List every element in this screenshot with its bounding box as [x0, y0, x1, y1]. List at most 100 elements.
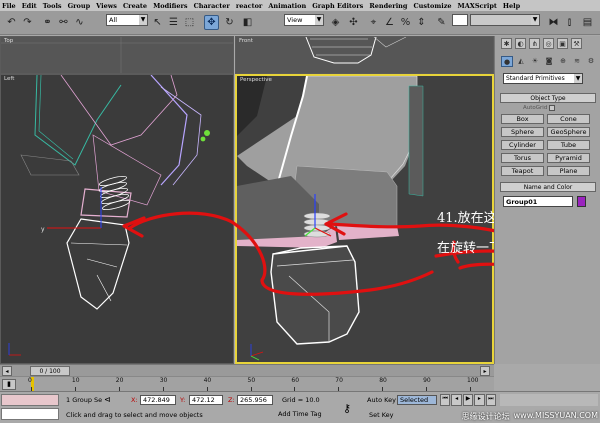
track-tick-label: 90 — [423, 377, 431, 384]
select-manipulate-icon[interactable]: ✣ — [346, 15, 361, 30]
y-coordinate-field[interactable]: 472.12 — [189, 395, 223, 405]
rect-selection-icon[interactable]: ⬚ — [182, 15, 197, 30]
motion-tab-icon[interactable]: ◎ — [543, 38, 554, 49]
display-tab-icon[interactable]: ▣ — [557, 38, 568, 49]
name-and-color-rollout[interactable]: Name and Color — [500, 182, 596, 192]
auto-key-button[interactable]: Auto Key — [367, 396, 396, 404]
reference-coordinate-dropdown[interactable]: View ▼ — [284, 14, 324, 26]
align-icon[interactable]: ⫾ — [562, 15, 577, 30]
lights-category-icon[interactable]: ☀ — [529, 56, 541, 67]
unlink-icon[interactable]: ⚯ — [56, 15, 71, 30]
mirror-icon[interactable]: ⧓ — [546, 15, 561, 30]
menu-item-modifiers[interactable]: Modifiers — [153, 2, 188, 10]
spinner-snap-icon[interactable]: ⇕ — [414, 15, 429, 30]
menu-item-customize[interactable]: Customize — [413, 2, 451, 10]
select-and-link-icon[interactable]: ⚭ — [40, 15, 55, 30]
status-bar: 1 Group Se ⊲ Click and drag to select an… — [0, 391, 600, 423]
track-view-icon[interactable]: ▮ — [2, 379, 16, 390]
maxscript-input-field[interactable] — [1, 408, 59, 420]
cylinder-button[interactable]: Cylinder — [501, 140, 544, 150]
systems-category-icon[interactable]: ⚙ — [585, 56, 597, 67]
track-bar[interactable]: ▮ 0 10 20 30 40 50 60 70 80 90 100 — [0, 376, 494, 391]
pivot-center-icon[interactable]: ◈ — [328, 15, 343, 30]
angle-snap-icon[interactable]: ∠ — [382, 15, 397, 30]
percent-snap-icon[interactable]: % — [398, 15, 413, 30]
track-tick-label: 0 — [28, 377, 32, 384]
select-and-rotate-icon[interactable]: ↻ — [222, 15, 237, 30]
geometry-category-icon[interactable]: ● — [501, 56, 513, 67]
go-to-start-icon[interactable]: ⏮ — [440, 394, 451, 406]
undo-icon[interactable]: ↶ — [4, 15, 19, 30]
named-selection-dropdown[interactable]: ▼ — [470, 14, 540, 26]
menu-item-maxscript[interactable]: MAXScript — [458, 2, 497, 10]
cone-button[interactable]: Cone — [547, 114, 590, 124]
select-by-name-icon[interactable]: ☰ — [166, 15, 181, 30]
go-to-end-icon[interactable]: ⏭ — [485, 394, 497, 406]
pyramid-button[interactable]: Pyramid — [547, 153, 590, 163]
select-and-move-icon[interactable]: ✥ — [204, 15, 219, 30]
box-button[interactable]: Box — [501, 114, 544, 124]
utilities-tab-icon[interactable]: ⚒ — [571, 38, 582, 49]
menu-item-views[interactable]: Views — [96, 2, 117, 10]
menu-item-rendering[interactable]: Rendering — [369, 2, 407, 10]
menu-item-group[interactable]: Group — [68, 2, 91, 10]
menu-item-file[interactable]: File — [2, 2, 16, 10]
menu-item-reactor[interactable]: reactor — [236, 2, 263, 10]
z-coordinate-field[interactable]: 265.956 — [237, 395, 273, 405]
chevron-down-icon: ▼ — [531, 15, 539, 25]
select-and-scale-icon[interactable]: ◧ — [240, 15, 255, 30]
prev-frame-icon[interactable]: ◂ — [451, 394, 462, 406]
named-selection-sets-icon[interactable]: ✎ — [434, 15, 449, 30]
play-icon[interactable]: ▶ — [462, 394, 474, 406]
snap-toggle-icon[interactable]: ⌖ — [366, 15, 381, 30]
time-slider[interactable]: ◂ 0 / 100 ▸ — [0, 364, 494, 376]
selection-filter-dropdown[interactable]: All ▼ — [106, 14, 148, 26]
time-slider-thumb[interactable]: 0 / 100 — [30, 366, 70, 376]
shapes-category-icon[interactable]: ◭ — [515, 56, 527, 67]
tube-button[interactable]: Tube — [547, 140, 590, 150]
x-label: X: — [131, 396, 138, 404]
track-tick-label: 80 — [379, 377, 387, 384]
menu-item-create[interactable]: Create — [123, 2, 147, 10]
cameras-category-icon[interactable]: ◙ — [543, 56, 555, 67]
named-selection-field[interactable] — [452, 14, 468, 26]
track-tick-label: 70 — [335, 377, 343, 384]
menu-item-help[interactable]: Help — [503, 2, 520, 10]
autogrid-checkbox[interactable]: AutoGrid — [523, 105, 556, 111]
x-coordinate-field[interactable]: 472.849 — [140, 395, 176, 405]
bind-space-warp-icon[interactable]: ∿ — [72, 15, 87, 30]
next-frame-icon[interactable]: ▸ — [474, 394, 485, 406]
menu-item-animation[interactable]: Animation — [268, 2, 306, 10]
annotation-line-2: 在旋转一下 — [437, 241, 503, 256]
menu-item-graph-editors[interactable]: Graph Editors — [312, 2, 363, 10]
key-icon: ⚷ — [343, 402, 352, 415]
spacewarps-category-icon[interactable]: ≋ — [571, 56, 583, 67]
object-color-swatch[interactable] — [577, 196, 586, 207]
sphere-button[interactable]: Sphere — [501, 127, 544, 137]
object-type-rollout[interactable]: Object Type — [500, 93, 596, 103]
redo-icon[interactable]: ↷ — [20, 15, 35, 30]
maxscript-listener-field[interactable] — [1, 394, 59, 406]
menu-item-edit[interactable]: Edit — [22, 2, 37, 10]
layer-manager-icon[interactable]: ▤ — [580, 15, 595, 30]
set-key-button[interactable]: Set Key — [369, 411, 394, 419]
menu-item-character[interactable]: Character — [194, 2, 230, 10]
watermark: 思缘设计论坛 www.MISSYUAN.COM — [461, 411, 598, 421]
menu-item-tools[interactable]: Tools — [43, 2, 62, 10]
torus-button[interactable]: Torus — [501, 153, 544, 163]
add-time-tag-button[interactable]: Add Time Tag — [278, 410, 324, 420]
key-filter-dropdown[interactable]: Selected — [397, 395, 437, 405]
plane-button[interactable]: Plane — [547, 166, 590, 176]
chevron-left-icon[interactable]: ◂ — [2, 366, 12, 376]
create-tab-icon[interactable]: ✱ — [501, 38, 512, 49]
select-object-icon[interactable]: ↖ — [150, 15, 165, 30]
geosphere-button[interactable]: GeoSphere — [547, 127, 590, 137]
lock-selection-icon[interactable]: ⊲ — [104, 395, 111, 404]
teapot-button[interactable]: Teapot — [501, 166, 544, 176]
hierarchy-tab-icon[interactable]: ⋔ — [529, 38, 540, 49]
primitive-type-dropdown[interactable]: Standard Primitives ▼ — [503, 73, 583, 84]
modify-tab-icon[interactable]: ◐ — [515, 38, 526, 49]
object-name-field[interactable]: Group01 — [503, 196, 573, 207]
helpers-category-icon[interactable]: ⊕ — [557, 56, 569, 67]
chevron-right-icon[interactable]: ▸ — [480, 366, 490, 376]
